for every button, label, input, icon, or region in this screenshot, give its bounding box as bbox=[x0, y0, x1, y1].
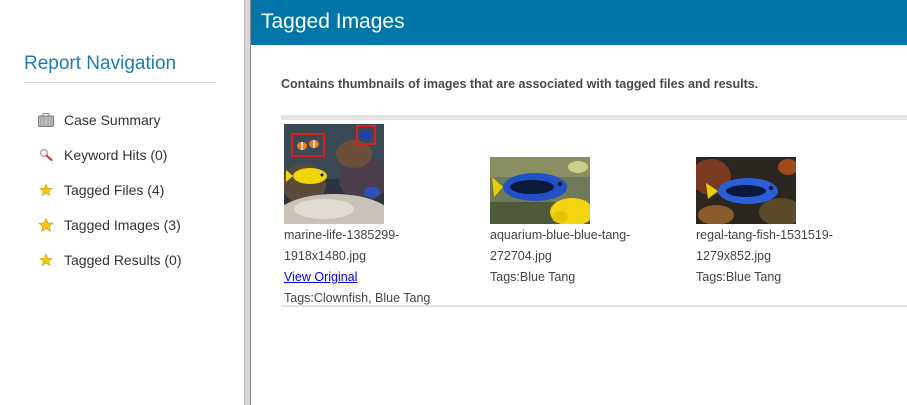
image-thumbnail[interactable] bbox=[696, 157, 796, 224]
image-cell: marine-life-1385299- 1918x1480.jpg View … bbox=[284, 124, 430, 309]
nav-item-label: Case Summary bbox=[64, 111, 161, 128]
image-thumbnail[interactable] bbox=[284, 124, 384, 224]
pane-splitter[interactable] bbox=[244, 0, 251, 405]
sidebar: Report Navigation Case Summary Keyword H… bbox=[0, 0, 245, 405]
nav-item-tagged-results[interactable]: Tagged Results (0) bbox=[38, 242, 182, 277]
image-filename-line: 1279x852.jpg bbox=[696, 249, 772, 263]
image-filename-line: marine-life-1385299- bbox=[284, 228, 400, 242]
table-bottom-border bbox=[281, 305, 907, 307]
image-filename-line: 1918x1480.jpg bbox=[284, 249, 367, 263]
image-filename-line: 272704.jpg bbox=[490, 249, 552, 263]
star-icon bbox=[38, 252, 54, 268]
page-description: Contains thumbnails of images that are a… bbox=[281, 77, 759, 91]
nav-item-label: Tagged Files (4) bbox=[64, 181, 165, 198]
nav-item-case-summary[interactable]: Case Summary bbox=[38, 102, 182, 137]
nav-item-label: Tagged Images (3) bbox=[64, 216, 181, 233]
nav-item-tagged-images[interactable]: Tagged Images (3) bbox=[38, 207, 182, 242]
star-icon bbox=[38, 216, 54, 233]
nav-item-tagged-files[interactable]: Tagged Files (4) bbox=[38, 172, 182, 207]
nav-item-keyword-hits[interactable]: Keyword Hits (0) bbox=[38, 137, 182, 172]
magnifier-icon bbox=[38, 147, 54, 163]
image-thumbnail[interactable] bbox=[490, 157, 590, 224]
image-filename-line: aquarium-blue-blue-tang- bbox=[490, 228, 631, 242]
nav-item-label: Keyword Hits (0) bbox=[64, 146, 168, 163]
page-header: Tagged Images bbox=[251, 0, 907, 45]
main-content: Tagged Images Contains thumbnails of ima… bbox=[251, 0, 907, 405]
image-tags: Tags:Blue Tang bbox=[696, 270, 782, 284]
image-tags: Tags:Blue Tang bbox=[490, 270, 576, 284]
image-filename-line: regal-tang-fish-1531519- bbox=[696, 228, 833, 242]
briefcase-icon bbox=[38, 112, 54, 128]
sidebar-title: Report Navigation bbox=[24, 53, 177, 74]
image-cell: regal-tang-fish-1531519- 1279x852.jpg Ta… bbox=[696, 157, 833, 288]
report-window: Report Navigation Case Summary Keyword H… bbox=[0, 0, 907, 405]
view-original-link[interactable]: View Original bbox=[284, 267, 430, 288]
sidebar-divider bbox=[24, 82, 216, 83]
table-top-border bbox=[281, 115, 907, 120]
image-cell: aquarium-blue-blue-tang- 272704.jpg Tags… bbox=[490, 157, 630, 288]
nav-list: Case Summary Keyword Hits (0) Tagged Fil… bbox=[38, 102, 182, 277]
nav-item-label: Tagged Results (0) bbox=[64, 251, 182, 268]
star-icon bbox=[38, 182, 54, 198]
page-title: Tagged Images bbox=[261, 10, 405, 33]
